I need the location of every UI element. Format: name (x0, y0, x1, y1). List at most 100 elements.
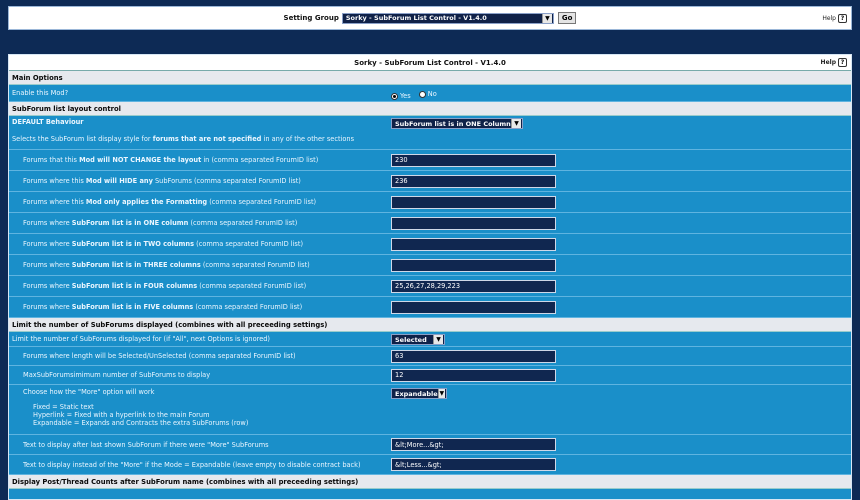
forum-list-row: Forums where SubForum list is in ONE col… (9, 213, 851, 234)
forum-list-label: Forums that this Mod will NOT CHANGE the… (9, 156, 389, 164)
chevron-down-icon: ▼ (437, 389, 445, 398)
label-pre: Forums where (23, 282, 72, 290)
label-post: (comma separated ForumID list) (188, 219, 298, 227)
max-label: MaxSubForumsimimum number of SubForums t… (23, 371, 211, 379)
forum-id-input[interactable]: 25,26,27,28,29,223 (391, 279, 556, 293)
forum-list-row: Forums where this Mod will HIDE any SubF… (9, 171, 851, 192)
section-layout: SubForum list layout control (9, 102, 851, 116)
chevron-down-icon: ▼ (511, 119, 521, 128)
enable-no-radio[interactable]: No (418, 90, 437, 98)
label-post: (comma separated ForumID list) (207, 198, 317, 206)
setting-group-bar: Setting Group Sorky - SubForum List Cont… (8, 6, 852, 30)
panel-title: Sorky - SubForum List Control - V1.4.0 (354, 58, 506, 67)
label-post: (comma separated ForumID list) (200, 261, 310, 269)
label-bold: Mod only applies the Formatting (85, 198, 208, 206)
forum-id-input[interactable] (391, 300, 556, 314)
length-row: Forums where length will be Selected/UnS… (9, 347, 851, 366)
default-desc-1: Selects the SubForum list display style … (12, 135, 153, 143)
yes-label: Yes (400, 92, 411, 100)
forum-id-input[interactable] (391, 216, 556, 230)
label-pre: Forums where (23, 303, 72, 311)
limit-row: Limit the number of SubForums displayed … (9, 332, 851, 347)
max-row: MaxSubForumsimimum number of SubForums t… (9, 366, 851, 385)
radio-on-icon (391, 92, 398, 100)
go-button[interactable]: Go (557, 12, 577, 24)
after-text-label: Text to display after last shown SubForu… (23, 440, 269, 449)
help-icon: ? (838, 14, 847, 23)
forum-id-input[interactable] (391, 237, 556, 251)
instead-text-label: Text to display instead of the "More" if… (23, 460, 361, 469)
more-mode-desc: Choose how the "More" option will work F… (9, 385, 389, 427)
panel-title-bar: Sorky - SubForum List Control - V1.4.0 H… (9, 55, 851, 71)
label-post: (comma separated ForumID list) (194, 240, 304, 248)
label-bold: SubForum list is in TWO columns (71, 240, 195, 248)
label-bold: SubForum list is in FIVE columns (71, 303, 194, 311)
panel-help-link[interactable]: Help ? (821, 58, 847, 67)
default-behaviour-row: DEFAULT Behaviour Selects the SubForum l… (9, 116, 851, 150)
section-counts: Display Post/Thread Counts after SubForu… (9, 475, 851, 489)
enable-mod-row: Enable this Mod? Yes No (9, 85, 851, 102)
no-label: No (427, 90, 437, 98)
forum-list-label: Forums where SubForum list is in ONE col… (9, 219, 389, 227)
setting-group-label: Setting Group (283, 14, 339, 22)
enable-mod-radios: Yes No (391, 90, 443, 100)
forum-list-row: Forums where SubForum list is in FOUR co… (9, 276, 851, 297)
default-desc-bold: forums that are not specified (152, 135, 262, 143)
default-behaviour-select[interactable]: SubForum list is in ONE Column ▼ (391, 118, 523, 129)
more-hyperlink: Hyperlink = Fixed with a hyperlink to th… (33, 411, 210, 419)
enable-mod-label: Enable this Mod? (12, 89, 69, 97)
instead-text-row: Text to display instead of the "More" if… (9, 455, 851, 475)
label-pre: Forums where (23, 240, 72, 248)
settings-panel: Sorky - SubForum List Control - V1.4.0 H… (8, 54, 852, 500)
label-pre: Forums where (23, 219, 72, 227)
more-fixed: Fixed = Static text (33, 403, 94, 411)
default-behaviour-select-value: SubForum list is in ONE Column (395, 119, 511, 128)
enable-yes-radio[interactable]: Yes (391, 92, 411, 100)
help-label: Help (822, 15, 836, 22)
length-input[interactable]: 63 (391, 349, 556, 363)
limit-label: Limit the number of SubForums displayed … (12, 335, 271, 343)
after-text-input[interactable]: &lt;More...&gt; (391, 438, 556, 451)
more-mode-select[interactable]: Expandable ▼ (391, 388, 447, 399)
forum-id-input[interactable]: 236 (391, 174, 556, 188)
more-mode-row: Choose how the "More" option will work F… (9, 385, 851, 435)
forum-list-label: Forums where this Mod only applies the F… (9, 198, 389, 206)
forum-list-label: Forums where this Mod will HIDE any SubF… (9, 177, 389, 185)
length-label: Forums where length will be Selected/UnS… (23, 352, 296, 360)
label-pre: Forums where this (23, 177, 86, 185)
default-behaviour-desc: Selects the SubForum list display style … (12, 135, 609, 143)
forum-list-row: Forums where SubForum list is in FIVE co… (9, 297, 851, 318)
forum-id-input[interactable]: 230 (391, 153, 556, 167)
label-post: (comma separated ForumID list) (197, 282, 307, 290)
limit-select-value: Selected (395, 335, 427, 344)
limit-select[interactable]: Selected ▼ (391, 334, 445, 345)
forum-list-row: Forums where SubForum list is in THREE c… (9, 255, 851, 276)
label-bold: SubForum list is in ONE column (71, 219, 189, 227)
label-post: in (comma separated ForumID list) (201, 156, 319, 164)
instead-text-input[interactable]: &lt;Less...&gt; (391, 458, 556, 471)
forum-id-input[interactable] (391, 258, 556, 272)
label-pre: Forums where this (23, 198, 86, 206)
forum-list-row: Forums where this Mod only applies the F… (9, 192, 851, 213)
forum-list-label: Forums where SubForum list is in FIVE co… (9, 303, 389, 311)
forum-list-label: Forums where SubForum list is in THREE c… (9, 261, 389, 269)
more-mode-label: Choose how the "More" option will work (23, 388, 155, 396)
layout-rows: Forums that this Mod will NOT CHANGE the… (9, 150, 851, 318)
label-bold: Mod will NOT CHANGE the layout (79, 156, 202, 164)
forum-list-label: Forums where SubForum list is in TWO col… (9, 240, 389, 248)
more-expandable: Expandable = Expands and Contracts the e… (33, 419, 249, 427)
setting-group-select-value: Sorky - SubForum List Control - V1.4.0 (345, 14, 487, 22)
help-link[interactable]: Help ? (822, 14, 847, 23)
forum-list-row: Forums that this Mod will NOT CHANGE the… (9, 150, 851, 171)
forum-id-input[interactable] (391, 195, 556, 209)
panel-help-label: Help (820, 59, 836, 66)
chevron-down-icon: ▼ (541, 13, 552, 23)
default-desc-2: in any of the other sections (261, 135, 355, 143)
chevron-down-icon: ▼ (433, 335, 443, 344)
label-pre: Forums that this (23, 156, 80, 164)
label-pre: Forums where (23, 261, 72, 269)
label-bold: SubForum list is in FOUR columns (71, 282, 198, 290)
setting-group-select[interactable]: Sorky - SubForum List Control - V1.4.0 ▼ (341, 12, 554, 24)
forum-list-label: Forums where SubForum list is in FOUR co… (9, 282, 389, 290)
max-input[interactable]: 12 (391, 368, 556, 382)
